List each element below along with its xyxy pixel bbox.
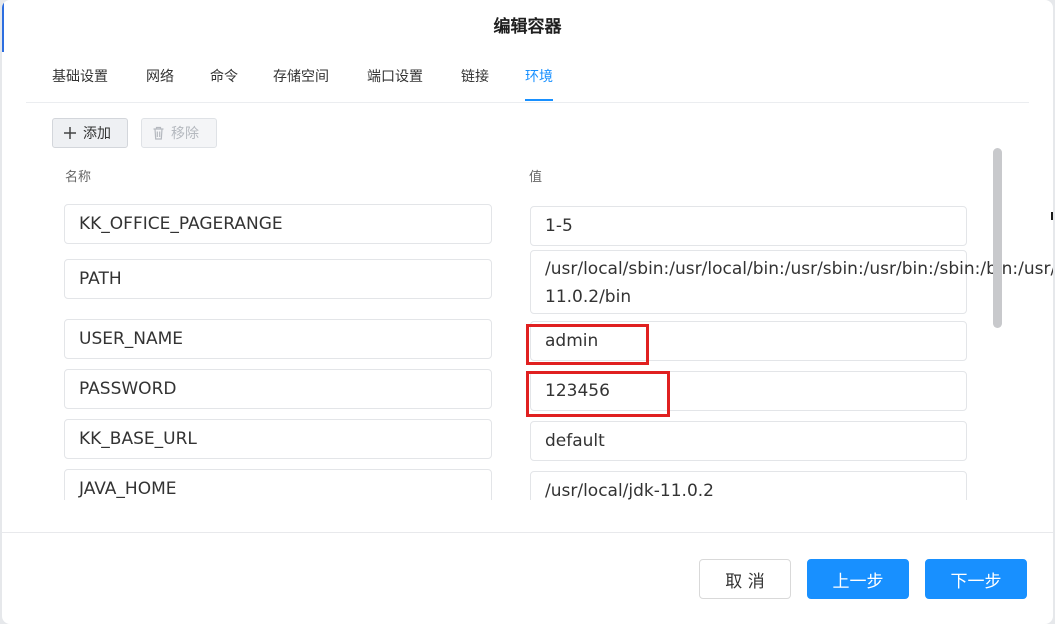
- env-name-input[interactable]: PATH: [64, 259, 492, 299]
- value-column-header: 值: [529, 170, 543, 185]
- highlight-box-password: [526, 371, 670, 417]
- dialog-title: 编辑容器: [493, 17, 562, 37]
- env-name-input[interactable]: USER_NAME: [64, 319, 492, 359]
- vertical-scrollbar[interactable]: [993, 148, 1002, 328]
- name-column-header: 名称: [65, 170, 92, 185]
- tab-environment[interactable]: 环境: [525, 66, 553, 101]
- tab-port-settings[interactable]: 端口设置: [367, 66, 423, 100]
- add-button-label: 添加: [83, 126, 111, 142]
- edit-container-dialog: 编辑容器 基础设置 网络 命令 存储空间 端口设置 链接 环境 添加 移除 名称…: [2, 0, 1053, 624]
- plus-icon: [63, 126, 77, 140]
- remove-button-label: 移除: [171, 126, 199, 142]
- tab-links[interactable]: 链接: [461, 66, 489, 100]
- tab-bar: 基础设置 网络 命令 存储空间 端口设置 链接 环境: [26, 52, 1029, 103]
- tab-storage[interactable]: 存储空间: [273, 66, 329, 100]
- env-value-input[interactable]: /usr/local/jdk-11.0.2: [530, 471, 967, 500]
- previous-step-button[interactable]: 上一步: [807, 559, 909, 599]
- tab-command[interactable]: 命令: [210, 66, 238, 100]
- dialog-footer: 取 消 上一步 下一步: [2, 532, 1053, 624]
- remove-button[interactable]: 移除: [141, 118, 217, 148]
- cancel-button[interactable]: 取 消: [699, 559, 791, 599]
- env-name-input[interactable]: KK_BASE_URL: [64, 419, 492, 459]
- add-button[interactable]: 添加: [52, 118, 128, 148]
- env-value-input[interactable]: default: [530, 421, 967, 461]
- trash-icon: [152, 126, 165, 140]
- env-name-input[interactable]: PASSWORD: [64, 369, 492, 409]
- highlight-box-username: [526, 324, 649, 365]
- next-step-button[interactable]: 下一步: [925, 559, 1027, 599]
- env-name-input[interactable]: KK_OFFICE_PAGERANGE: [64, 204, 492, 244]
- tab-basic-settings[interactable]: 基础设置: [52, 66, 108, 100]
- env-list: KK_OFFICE_PAGERANGE 1-5 PATH /usr/local/…: [2, 196, 1053, 500]
- env-value-input[interactable]: 1-5: [530, 206, 967, 246]
- env-name-input[interactable]: JAVA_HOME: [64, 469, 492, 500]
- tab-network[interactable]: 网络: [146, 66, 174, 100]
- env-value-input[interactable]: /usr/local/sbin:/usr/local/bin:/usr/sbin…: [530, 250, 1053, 314]
